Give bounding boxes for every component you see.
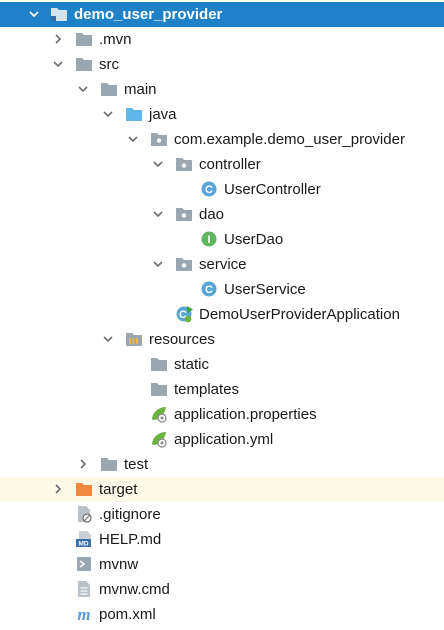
tree-label-help-md: HELP.md <box>99 531 162 548</box>
tree-row-user-controller[interactable]: C UserController <box>0 177 444 202</box>
tree-row-pom[interactable]: m pom.xml <box>0 602 444 627</box>
java-class-icon: C <box>200 180 218 198</box>
tree-label-package: com.example.demo_user_provider <box>174 131 405 148</box>
tree-row-test[interactable]: test <box>0 452 444 477</box>
tree-label-src: src <box>99 56 119 73</box>
tree-label-gitignore: .gitignore <box>99 506 161 523</box>
tree-row-app-class[interactable]: C DemoUserProviderApplication <box>0 302 444 327</box>
chevron-right-icon[interactable] <box>50 481 66 497</box>
chevron-down-icon[interactable] <box>150 156 166 172</box>
tree-label-target: target <box>99 481 138 498</box>
chevron-down-icon[interactable] <box>125 131 141 147</box>
chevron-down-icon[interactable] <box>26 6 42 22</box>
tree-row-dao[interactable]: dao <box>0 202 444 227</box>
tree-row-java[interactable]: java <box>0 102 444 127</box>
tree-row-resources[interactable]: resources <box>0 327 444 352</box>
maven-badge-text: m <box>77 605 90 623</box>
java-class-icon: C <box>200 280 218 298</box>
tree-row-gitignore[interactable]: .gitignore <box>0 502 444 527</box>
tree-label-templates: templates <box>174 381 240 398</box>
package-icon <box>175 155 193 173</box>
tree-row-src[interactable]: src <box>0 52 444 77</box>
excluded-folder-icon <box>75 480 93 498</box>
tree-row-user-service[interactable]: C UserService <box>0 277 444 302</box>
chevron-down-icon[interactable] <box>150 206 166 222</box>
tree-row-target[interactable]: target <box>0 477 444 502</box>
shell-script-icon <box>75 555 93 573</box>
folder-icon <box>150 380 168 398</box>
folder-icon <box>100 80 118 98</box>
tree-row-mvnw[interactable]: mvnw <box>0 552 444 577</box>
folder-icon <box>75 55 93 73</box>
tree-label-service: service <box>199 256 247 273</box>
tree-label-resources: resources <box>149 331 215 348</box>
markdown-file-icon: MD <box>75 530 93 548</box>
package-icon <box>175 255 193 273</box>
tree-row-help-md[interactable]: MD HELP.md <box>0 527 444 552</box>
tree-label-main: main <box>124 81 157 98</box>
package-icon <box>150 130 168 148</box>
md-badge-text: MD <box>78 541 88 548</box>
tree-row-project-root[interactable]: demo_user_provider <box>0 2 444 27</box>
tree-row-static[interactable]: static <box>0 352 444 377</box>
class-badge-text: C <box>205 284 213 296</box>
tree-label-app-yml: application.yml <box>174 431 274 448</box>
tree-row-templates[interactable]: templates <box>0 377 444 402</box>
tree-row-app-properties[interactable]: application.properties <box>0 402 444 427</box>
tree-label-mvnw-cmd: mvnw.cmd <box>99 581 170 598</box>
maven-pom-icon: m <box>75 605 93 623</box>
tree-label-java: java <box>149 106 177 123</box>
chevron-down-icon[interactable] <box>100 106 116 122</box>
tree-label-app-properties: application.properties <box>174 406 317 423</box>
chevron-down-icon[interactable] <box>150 256 166 272</box>
tree-row-user-dao[interactable]: I UserDao <box>0 227 444 252</box>
tree-row-mvnw-cmd[interactable]: mvnw.cmd <box>0 577 444 602</box>
tree-label-app-class: DemoUserProviderApplication <box>199 306 400 323</box>
tree-label-user-service: UserService <box>224 281 306 298</box>
tree-row-package[interactable]: com.example.demo_user_provider <box>0 127 444 152</box>
folder-icon <box>150 355 168 373</box>
chevron-down-icon[interactable] <box>50 56 66 72</box>
tree-label-dao: dao <box>199 206 225 223</box>
chevron-right-icon[interactable] <box>75 456 91 472</box>
text-file-icon <box>75 580 93 598</box>
tree-label-user-controller: UserController <box>224 181 321 198</box>
chevron-down-icon[interactable] <box>100 331 116 347</box>
ignore-file-icon <box>75 505 93 523</box>
tree-row-mvn[interactable]: .mvn <box>0 27 444 52</box>
folder-icon <box>100 455 118 473</box>
resources-folder-icon <box>125 330 143 348</box>
tree-label-project: demo_user_provider <box>74 6 223 23</box>
spring-config-icon <box>150 405 168 423</box>
chevron-right-icon[interactable] <box>50 31 66 47</box>
class-badge-text: C <box>205 184 213 196</box>
tree-row-main[interactable]: main <box>0 77 444 102</box>
tree-row-service[interactable]: service <box>0 252 444 277</box>
tree-label-mvn: .mvn <box>99 31 132 48</box>
tree-label-pom: pom.xml <box>99 606 156 623</box>
tree-label-test: test <box>124 456 149 473</box>
chevron-down-icon[interactable] <box>75 81 91 97</box>
tree-label-mvnw: mvnw <box>99 556 139 573</box>
tree-label-user-dao: UserDao <box>224 231 284 248</box>
folder-icon <box>75 30 93 48</box>
package-icon <box>175 205 193 223</box>
spring-config-icon <box>150 430 168 448</box>
module-folder-icon <box>50 5 68 23</box>
spring-boot-class-icon: C <box>175 305 193 323</box>
tree-row-app-yml[interactable]: application.yml <box>0 427 444 452</box>
tree-row-controller[interactable]: controller <box>0 152 444 177</box>
tree-label-controller: controller <box>199 156 261 173</box>
interface-badge-text: I <box>207 234 210 246</box>
project-tree: demo_user_provider .mvn src main java co… <box>0 0 444 630</box>
tree-label-static: static <box>174 356 210 373</box>
source-folder-icon <box>125 105 143 123</box>
java-interface-icon: I <box>200 230 218 248</box>
